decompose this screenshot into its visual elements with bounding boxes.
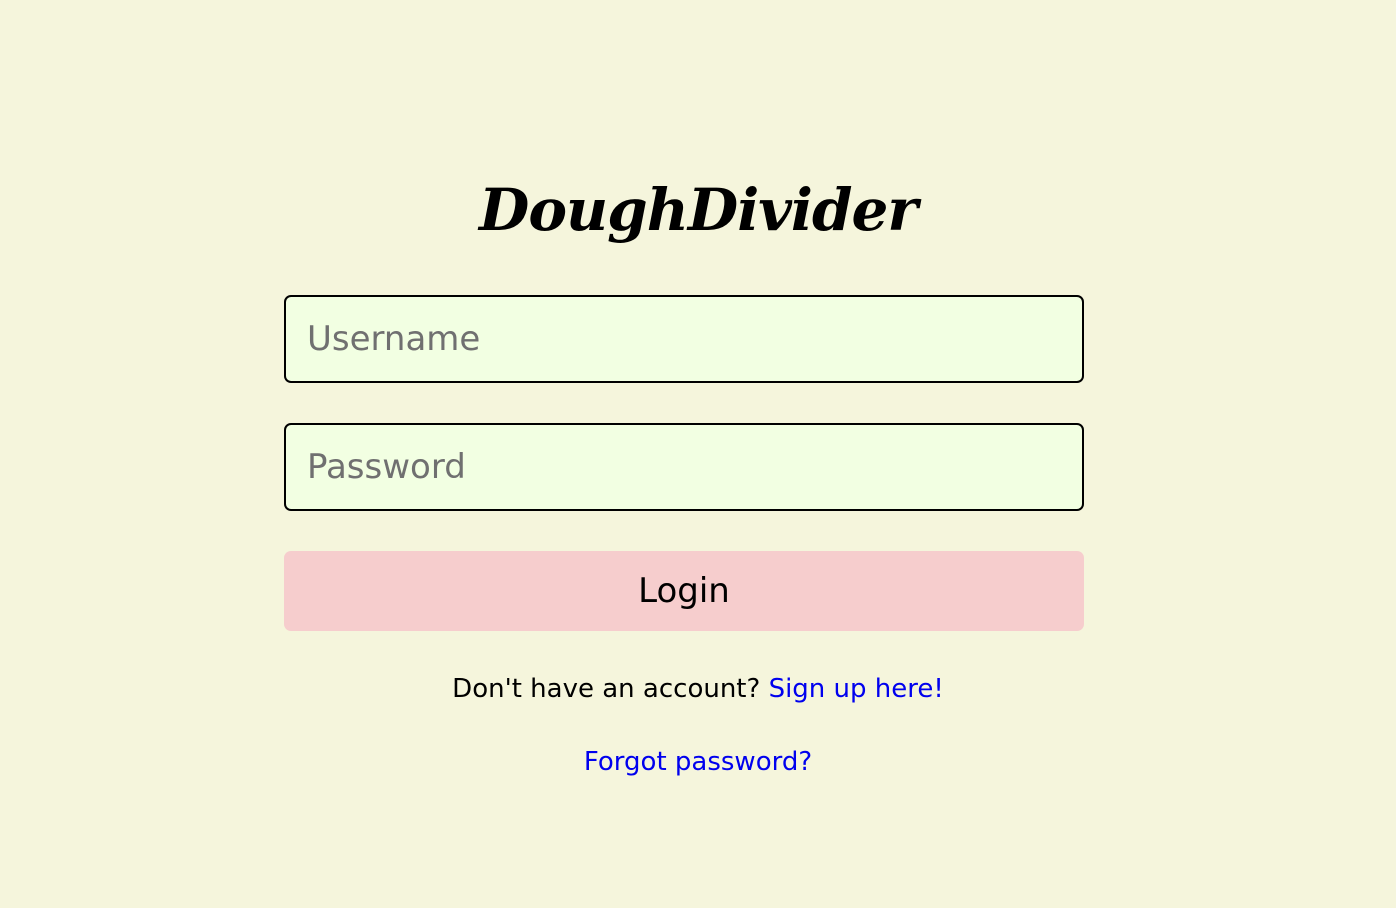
signup-link[interactable]: Sign up here! <box>769 674 944 704</box>
forgot-password-link[interactable]: Forgot password? <box>584 747 812 777</box>
login-page: DoughDivider Login Don't have an account… <box>0 0 1396 908</box>
signup-prompt: Don't have an account? <box>452 674 761 704</box>
password-input[interactable] <box>284 423 1084 511</box>
signup-line: Don't have an account? Sign up here! <box>0 670 1396 708</box>
username-input[interactable] <box>284 295 1084 383</box>
app-title: DoughDivider <box>479 176 918 244</box>
login-button[interactable]: Login <box>284 551 1084 631</box>
forgot-password-line: Forgot password? <box>0 743 1396 781</box>
